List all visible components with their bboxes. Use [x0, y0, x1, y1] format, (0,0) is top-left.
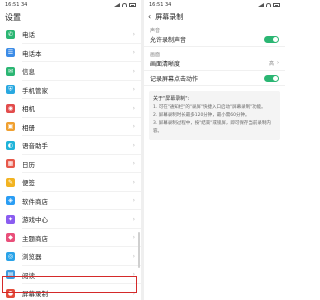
- settings-sections: 声音允许录制声音 画面画面清晰度 高 › 记录屏幕点击动作: [144, 23, 285, 86]
- chevron-right-icon: ›: [132, 160, 135, 168]
- wifi-icon: [266, 3, 271, 7]
- status-icons: [114, 3, 136, 7]
- chevron-right-icon: ›: [132, 234, 135, 242]
- settings-item-label: 电话: [22, 31, 35, 40]
- settings-item-label: 游戏中心: [22, 216, 48, 225]
- settings-item-label: 信息: [22, 68, 35, 77]
- scrollbar[interactable]: [138, 232, 140, 268]
- page-title: 屏幕录制: [155, 12, 184, 21]
- settings-item[interactable]: ◈ 软件商店 ›: [0, 192, 141, 210]
- info-line: 2. 屏幕录制时长最多120分钟，最小需60分钟。: [153, 113, 250, 118]
- settings-item[interactable]: ⛨ 手机管家 ›: [0, 81, 141, 99]
- settings-item[interactable]: ✉ 信息 ›: [0, 62, 141, 81]
- settings-item-label: 电话本: [22, 49, 42, 58]
- settings-item-label: 浏览器: [22, 253, 42, 262]
- settings-item-label: 手机管家: [22, 86, 48, 95]
- settings-item-label: 相册: [22, 123, 35, 132]
- settings-item-label: 主题商店: [22, 234, 48, 243]
- status-time: 16:51 34: [149, 2, 172, 8]
- info-heading: 关于"屏幕录制":: [153, 96, 190, 102]
- screen-record-settings-screen: 16:51 34 ‹ 屏幕录制 声音允许录制声音 画面画面清晰度 高 › 记录屏幕点击动…: [144, 0, 285, 300]
- voice-assistant-icon: ◐: [6, 140, 15, 150]
- setting-label: 画面清晰度: [150, 60, 181, 68]
- value-wrap: 高 ›: [269, 60, 279, 67]
- page-title: 设置: [5, 13, 21, 22]
- chevron-right-icon: ›: [132, 67, 135, 75]
- signal-icon: [258, 3, 264, 7]
- status-time: 16:51 34: [5, 2, 28, 8]
- header: ‹ 屏幕录制: [144, 10, 285, 23]
- message-icon: ✉: [6, 66, 15, 76]
- settings-item-label: 软件商店: [22, 197, 48, 206]
- setting-value: 高: [268, 60, 274, 67]
- setting-row[interactable]: 允许录制声音: [144, 32, 285, 47]
- chevron-right-icon: ›: [132, 197, 135, 205]
- status-bar: 16:51 34: [0, 0, 141, 10]
- section-header: 画面: [150, 52, 161, 58]
- chevron-right-icon: ›: [132, 30, 135, 38]
- settings-item[interactable]: ✎ 便签 ›: [0, 173, 141, 192]
- chevron-right-icon: ›: [132, 215, 135, 223]
- camera-icon: ◉: [6, 103, 15, 113]
- status-icons: [258, 3, 280, 7]
- toggle-switch[interactable]: [264, 35, 279, 43]
- toggle-switch[interactable]: [264, 74, 279, 82]
- settings-item[interactable]: ▦ 日历 ›: [0, 155, 141, 173]
- status-bar: 16:51 34: [144, 0, 285, 10]
- info-line: 1. 可在"通知栏"的"录屏"快捷入口启动"屏幕录制"功能。: [153, 105, 266, 110]
- app-store-icon: ◈: [6, 196, 15, 206]
- setting-row[interactable]: 记录屏幕点击动作: [144, 71, 285, 86]
- settings-item-label: 便签: [22, 179, 35, 188]
- chevron-right-icon: ›: [132, 123, 135, 131]
- settings-item[interactable]: ◐ 语音助手 ›: [0, 136, 141, 155]
- settings-item[interactable]: ☰ 电话本 ›: [0, 44, 141, 62]
- chevron-right-icon: ›: [132, 104, 135, 112]
- settings-item-label: 日历: [22, 160, 35, 169]
- settings-item[interactable]: ✦ 游戏中心 ›: [0, 210, 141, 229]
- setting-label: 允许录制声音: [150, 36, 187, 44]
- chevron-right-icon: ›: [132, 178, 135, 186]
- battery-icon: [129, 3, 136, 7]
- info-panel: 关于"屏幕录制": 1. 可在"通知栏"的"录屏"快捷入口启动"屏幕录制"功能。…: [149, 91, 280, 140]
- chevron-right-icon: ›: [132, 141, 135, 149]
- chevron-right-icon: ›: [132, 252, 135, 260]
- settings-item[interactable]: ▣ 相册 ›: [0, 118, 141, 136]
- highlight-box: [2, 275, 137, 293]
- back-arrow-icon[interactable]: ‹: [148, 12, 151, 21]
- settings-item[interactable]: ✆ 电话 ›: [0, 25, 141, 44]
- settings-item-label: 语音助手: [22, 142, 48, 151]
- browser-icon: ◎: [6, 251, 15, 261]
- settings-item-label: 相机: [22, 105, 35, 114]
- settings-item[interactable]: ◆ 主题商店 ›: [0, 229, 141, 247]
- calendar-icon: ▦: [6, 159, 15, 169]
- phone-icon: ✆: [6, 29, 15, 39]
- settings-list: ✆ 电话 › ☰ 电话本 › ✉ 信息 › ⛨ 手机管家 › ◉ 相机 › ▣ 相册 › ◐ 语音助手 › ▦ 日历 › ✎ 便签…: [0, 25, 141, 300]
- chevron-right-icon: ›: [277, 60, 279, 66]
- settings-item[interactable]: ◎ 浏览器 ›: [0, 247, 141, 266]
- section-header: 声音: [150, 28, 161, 34]
- info-lines: 1. 可在"通知栏"的"录屏"快捷入口启动"屏幕录制"功能。 2. 屏幕录制时长最…: [153, 104, 276, 136]
- settings-screen: 16:51 34 设置 ✆ 电话 › ☰ 电话本 › ✉ 信息 › ⛨ 手机管家 › ◉ 相机 › ▣ 相册 › ◐…: [0, 0, 141, 300]
- signal-icon: [114, 3, 120, 7]
- game-center-icon: ✦: [6, 214, 15, 224]
- contacts-icon: ☰: [6, 48, 15, 58]
- chevron-right-icon: ›: [132, 49, 135, 57]
- notes-icon: ✎: [6, 177, 15, 187]
- gallery-icon: ▣: [6, 122, 15, 132]
- settings-item[interactable]: ◉ 相机 ›: [0, 99, 141, 118]
- theme-store-icon: ◆: [6, 233, 15, 243]
- battery-icon: [273, 3, 280, 7]
- info-line: 3. 屏幕录制过程中，按"结束"或锁屏，即可保存当前录制内容。: [153, 121, 271, 134]
- setting-label: 记录屏幕点击动作: [150, 75, 199, 83]
- wifi-icon: [122, 3, 127, 7]
- chevron-right-icon: ›: [132, 86, 135, 94]
- shield-icon: ⛨: [6, 85, 15, 95]
- setting-row[interactable]: 画面清晰度 高 ›: [144, 56, 285, 71]
